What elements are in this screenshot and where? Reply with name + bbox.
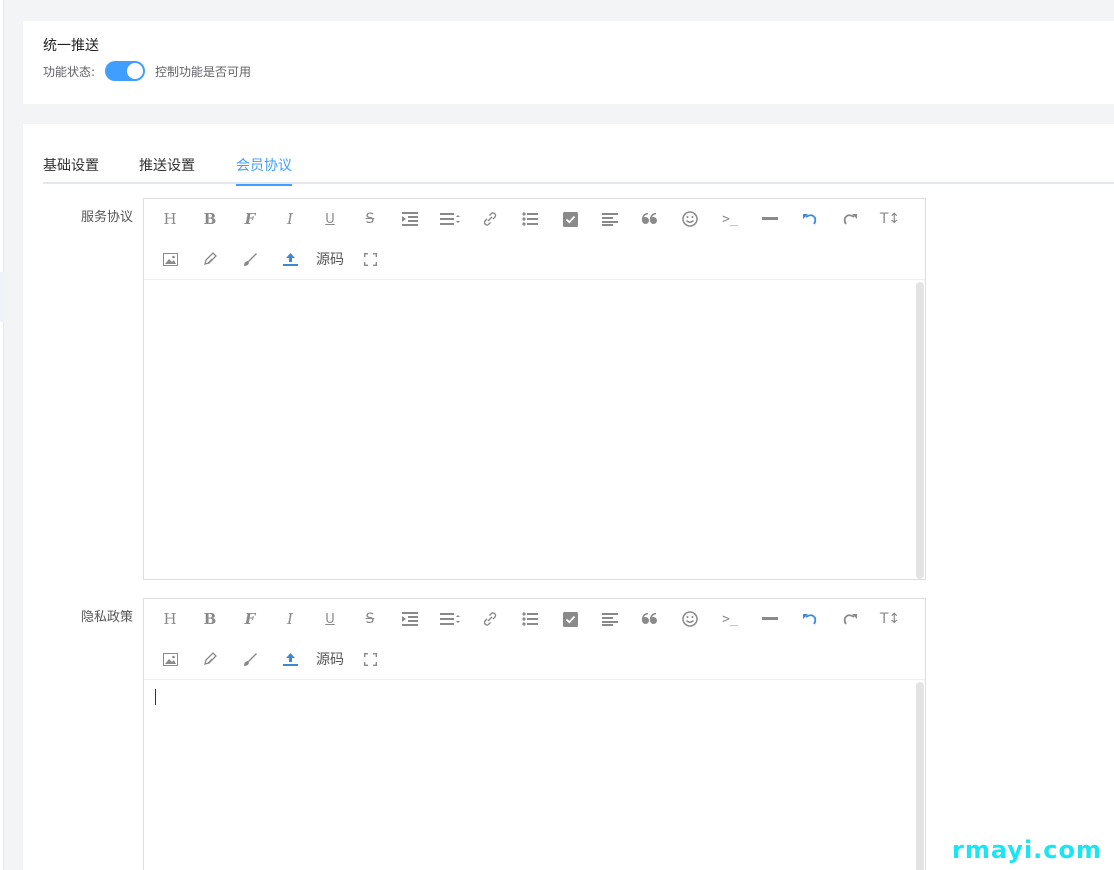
- text-cursor: [155, 689, 156, 705]
- feature-card: 统一推送 功能状态: 控制功能是否可用: [23, 21, 1114, 104]
- strikethrough-icon[interactable]: S: [350, 203, 390, 235]
- link-icon[interactable]: [470, 603, 510, 635]
- hr-icon[interactable]: [750, 203, 790, 235]
- font-icon[interactable]: F: [230, 603, 270, 635]
- text-size-icon[interactable]: T↕: [870, 203, 910, 235]
- italic-icon[interactable]: I: [270, 203, 310, 235]
- underline-icon[interactable]: U: [310, 203, 350, 235]
- sidebar-active-mark: [0, 272, 4, 322]
- undo-icon[interactable]: [790, 203, 830, 235]
- code-icon[interactable]: >_: [710, 603, 750, 635]
- list-icon[interactable]: [510, 603, 550, 635]
- checkbox-icon[interactable]: [550, 603, 590, 635]
- status-toggle[interactable]: [105, 61, 146, 81]
- bold-icon[interactable]: B: [190, 603, 230, 635]
- undo-icon[interactable]: [790, 603, 830, 635]
- editor-scrollbar[interactable]: [916, 682, 924, 870]
- status-hint: 控制功能是否可用: [155, 64, 252, 79]
- paragraph-align-icon[interactable]: [590, 203, 630, 235]
- tab-basic-settings[interactable]: 基础设置: [43, 155, 99, 184]
- status-label: 功能状态:: [43, 64, 96, 79]
- tab-member-agreement[interactable]: 会员协议: [236, 155, 292, 186]
- emoji-icon[interactable]: [670, 603, 710, 635]
- link-icon[interactable]: [470, 203, 510, 235]
- editor-toolbar: H B F I U S >_ T↕ 源码: [144, 199, 925, 280]
- sidebar-strip: [0, 0, 4, 870]
- redo-icon[interactable]: [830, 603, 870, 635]
- privacy-policy-editor: H B F I U S >_ T↕ 源码: [143, 598, 926, 870]
- toggle-knob: [127, 63, 144, 79]
- image-icon[interactable]: [150, 643, 190, 675]
- tab-push-settings[interactable]: 推送设置: [139, 155, 195, 184]
- heading-icon[interactable]: H: [150, 603, 190, 635]
- brush-icon[interactable]: [230, 643, 270, 675]
- upload-icon[interactable]: [270, 243, 310, 275]
- heading-icon[interactable]: H: [150, 203, 190, 235]
- align-icon[interactable]: [430, 203, 470, 235]
- editor-scrollbar[interactable]: [916, 282, 924, 579]
- service-agreement-editor: H B F I U S >_ T↕ 源码: [143, 198, 926, 580]
- italic-icon[interactable]: I: [270, 603, 310, 635]
- privacy-policy-content[interactable]: [144, 680, 925, 870]
- quote-icon[interactable]: [630, 203, 670, 235]
- settings-card: 基础设置 推送设置 会员协议 服务协议 H B F I U S >_ T↕ 源码…: [23, 124, 1114, 870]
- redo-icon[interactable]: [830, 203, 870, 235]
- source-button[interactable]: 源码: [310, 243, 350, 275]
- underline-icon[interactable]: U: [310, 603, 350, 635]
- tab-bar: 基础设置 推送设置 会员协议: [43, 124, 1114, 186]
- pen-icon[interactable]: [190, 243, 230, 275]
- watermark: rmayi.com: [952, 836, 1103, 864]
- indent-icon[interactable]: [390, 203, 430, 235]
- hr-icon[interactable]: [750, 603, 790, 635]
- editor-toolbar: H B F I U S >_ T↕ 源码: [144, 599, 925, 680]
- service-agreement-content[interactable]: [144, 280, 925, 579]
- checkbox-icon[interactable]: [550, 203, 590, 235]
- image-icon[interactable]: [150, 243, 190, 275]
- brush-icon[interactable]: [230, 243, 270, 275]
- font-icon[interactable]: F: [230, 203, 270, 235]
- list-icon[interactable]: [510, 203, 550, 235]
- indent-icon[interactable]: [390, 603, 430, 635]
- fullscreen-icon[interactable]: [350, 643, 390, 675]
- quote-icon[interactable]: [630, 603, 670, 635]
- upload-icon[interactable]: [270, 643, 310, 675]
- emoji-icon[interactable]: [670, 203, 710, 235]
- pen-icon[interactable]: [190, 643, 230, 675]
- service-agreement-label: 服务协议: [80, 210, 133, 225]
- strikethrough-icon[interactable]: S: [350, 603, 390, 635]
- text-size-icon[interactable]: T↕: [870, 603, 910, 635]
- align-icon[interactable]: [430, 603, 470, 635]
- source-button[interactable]: 源码: [310, 643, 350, 675]
- paragraph-align-icon[interactable]: [590, 603, 630, 635]
- bold-icon[interactable]: B: [190, 203, 230, 235]
- privacy-policy-label: 隐私政策: [80, 610, 133, 625]
- code-icon[interactable]: >_: [710, 203, 750, 235]
- status-row: 功能状态: 控制功能是否可用: [43, 60, 251, 82]
- page-title: 统一推送: [43, 38, 99, 54]
- fullscreen-icon[interactable]: [350, 243, 390, 275]
